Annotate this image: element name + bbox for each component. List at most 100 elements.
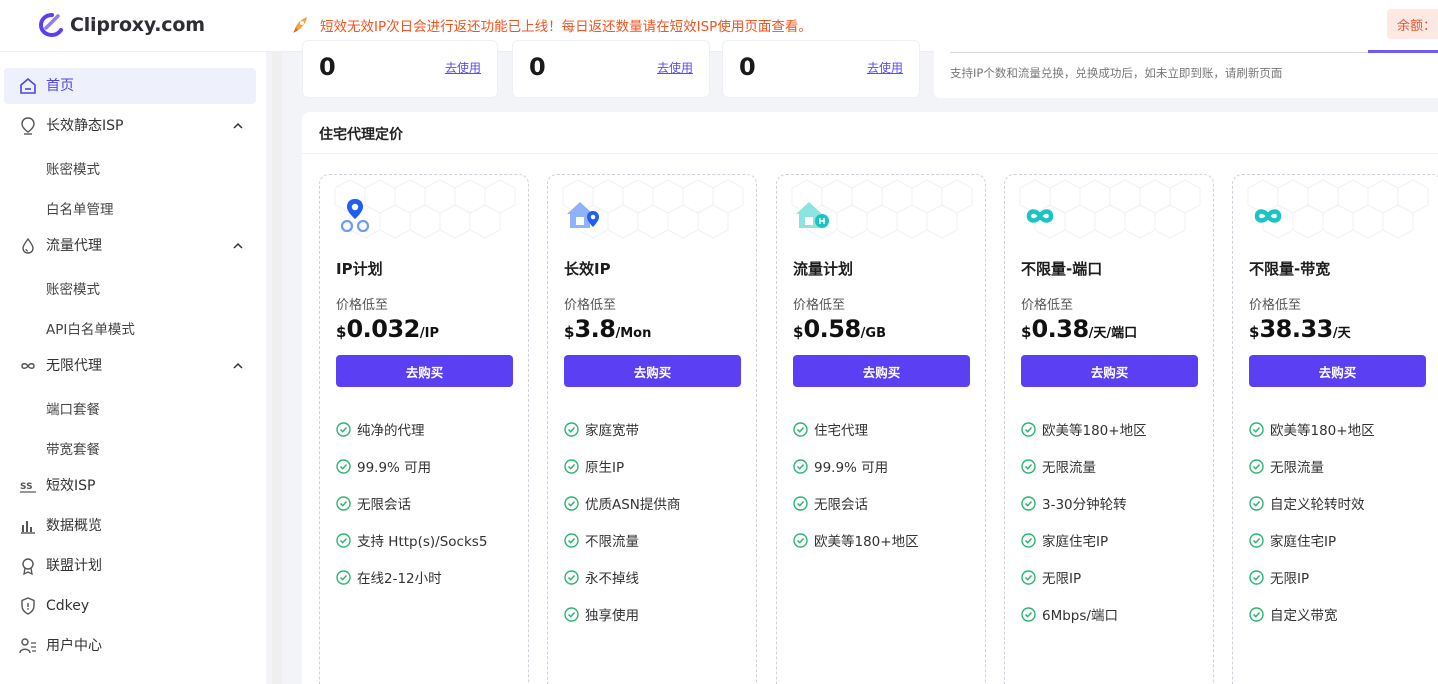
- location-pin-icon: [21, 117, 35, 135]
- feature-text: 住宅代理: [814, 423, 868, 439]
- logo-text: Cliproxy.com: [70, 14, 205, 36]
- sidebar-subitem-bandwidth-plan[interactable]: 带宽套餐: [46, 438, 100, 458]
- feature-item: 住宅代理: [793, 419, 868, 439]
- feature-item: 欧美等180+地区: [793, 530, 919, 550]
- check-circle-icon: [1249, 569, 1264, 585]
- logo-icon: [38, 13, 63, 38]
- feature-text: 支持 Http(s)/Socks5: [357, 534, 488, 550]
- balance-badge[interactable]: 余额：: [1387, 9, 1438, 39]
- sidebar-subitem-port-plan[interactable]: 端口套餐: [46, 398, 100, 418]
- sidebar-item-traffic-proxy[interactable]: 流量代理: [4, 228, 256, 264]
- sidebar-item-label: 联盟计划: [46, 558, 102, 574]
- chevron-up-icon[interactable]: [232, 240, 244, 252]
- plan-price: $0.58/GB: [793, 315, 886, 343]
- pricing-title: 住宅代理定价: [319, 127, 403, 143]
- check-circle-icon: [1249, 458, 1264, 474]
- plan-price: $0.38/天/端口: [1021, 315, 1137, 343]
- check-circle-icon: [793, 421, 808, 437]
- feature-text: 家庭宽带: [585, 423, 639, 439]
- check-circle-icon: [336, 421, 351, 437]
- use-link[interactable]: 去使用: [445, 59, 481, 76]
- price-value: 0.032: [346, 315, 420, 343]
- sidebar-item-short-isp[interactable]: SS 短效ISP: [4, 468, 256, 504]
- ss-icon: SS: [20, 482, 36, 493]
- check-circle-icon: [336, 569, 351, 585]
- feature-text: 在线2-12小时: [357, 571, 442, 587]
- feature-item: 无限IP: [1021, 567, 1081, 587]
- sidebar-item-cdkey[interactable]: Cdkey: [4, 588, 256, 624]
- price-from-label: 价格低至: [1021, 298, 1074, 313]
- check-circle-icon: [1249, 606, 1264, 622]
- buy-button[interactable]: 去购买: [793, 355, 970, 387]
- feature-item: 无限会话: [793, 493, 868, 513]
- plan-card-unlimited-port: 不限量-端口 价格低至 $0.38/天/端口 去购买 欧美等180+地区 无限流…: [1004, 174, 1214, 684]
- plan-price: $3.8/Mon: [564, 315, 651, 343]
- check-circle-icon: [1021, 495, 1036, 511]
- check-circle-icon: [1021, 532, 1036, 548]
- buy-button[interactable]: 去购买: [1249, 355, 1426, 387]
- price-value: 0.58: [803, 315, 861, 343]
- svg-text:SS: SS: [20, 482, 33, 492]
- plan-price: $38.33/天: [1249, 315, 1351, 343]
- feature-text: 自定义带宽: [1270, 608, 1338, 624]
- price-unit: /天/端口: [1088, 326, 1138, 341]
- feature-text: 无限流量: [1042, 460, 1096, 476]
- feature-text: 99.9% 可用: [357, 460, 432, 476]
- sidebar-item-unlimited-proxy[interactable]: 无限代理: [4, 348, 256, 384]
- sidebar-subitem-whitelist[interactable]: 白名单管理: [46, 198, 114, 218]
- feature-text: 原生IP: [585, 460, 625, 476]
- feature-text: 不限流量: [585, 534, 639, 550]
- buy-button[interactable]: 去购买: [1021, 355, 1198, 387]
- sidebar-scrollbar[interactable]: [272, 52, 282, 684]
- plan-card-traffic: 流量计划 价格低至 $0.58/GB 去购买 住宅代理 99.9% 可用 无限会…: [776, 174, 986, 684]
- droplet-icon: [22, 237, 34, 254]
- check-circle-icon: [336, 532, 351, 548]
- sidebar-item-data-overview[interactable]: 数据概览: [4, 508, 256, 544]
- check-circle-icon: [1021, 606, 1036, 622]
- check-circle-icon: [336, 458, 351, 474]
- feature-text: 永不掉线: [585, 571, 639, 587]
- chevron-up-icon[interactable]: [232, 360, 244, 372]
- sidebar-item-user-center[interactable]: 用户中心: [4, 628, 256, 664]
- badge-icon: [22, 558, 34, 575]
- price-from-label: 价格低至: [336, 298, 389, 313]
- sidebar-item-label: Cdkey: [46, 598, 90, 614]
- shield-icon: [21, 597, 35, 615]
- sidebar-subitem-traffic-account[interactable]: 账密模式: [46, 278, 100, 298]
- feature-text: 3-30分钟轮转: [1042, 497, 1127, 513]
- sidebar-item-label: 数据概览: [46, 518, 102, 534]
- feature-item: 原生IP: [564, 456, 624, 476]
- feature-text: 独享使用: [585, 608, 639, 624]
- plan-card-long-ip: 长效IP 价格低至 $3.8/Mon 去购买 家庭宽带 原生IP 优质ASN提供…: [547, 174, 757, 684]
- check-circle-icon: [1249, 532, 1264, 548]
- use-link[interactable]: 去使用: [657, 59, 693, 76]
- feature-item: 无限会话: [336, 493, 411, 513]
- feature-item: 纯净的代理: [336, 419, 425, 439]
- feature-item: 3-30分钟轮转: [1021, 493, 1127, 513]
- plan-card-unlimited-bandwidth: 不限量-带宽 价格低至 $38.33/天 去购买 欧美等180+地区 无限流量 …: [1232, 174, 1438, 684]
- feature-text: 99.9% 可用: [814, 460, 889, 476]
- check-circle-icon: [1021, 421, 1036, 437]
- check-circle-icon: [564, 532, 579, 548]
- exchange-card: 支持IP个数和流量兑换，兑换成功后，如未立即到账，请刷新页面: [934, 40, 1438, 98]
- sidebar-item-home[interactable]: 首页: [4, 68, 256, 104]
- feature-item: 99.9% 可用: [336, 456, 431, 476]
- logo[interactable]: Cliproxy.com: [38, 12, 205, 38]
- buy-button[interactable]: 去购买: [336, 355, 513, 387]
- sidebar-subitem-isp-account[interactable]: 账密模式: [46, 158, 100, 178]
- user-list-icon: [19, 638, 36, 654]
- summary-value: 0: [529, 53, 546, 81]
- sidebar-item-static-isp[interactable]: 长效静态ISP: [4, 108, 256, 144]
- sidebar-item-label: 流量代理: [46, 238, 102, 254]
- house-pin-icon: [567, 202, 599, 228]
- sidebar-subitem-api-whitelist[interactable]: API白名单模式: [46, 318, 135, 338]
- feature-item: 支持 Http(s)/Socks5: [336, 530, 487, 550]
- chevron-up-icon[interactable]: [232, 120, 244, 132]
- check-circle-icon: [564, 458, 579, 474]
- sidebar-item-label: 无限代理: [46, 358, 102, 374]
- use-link[interactable]: 去使用: [867, 59, 903, 76]
- buy-button[interactable]: 去购买: [564, 355, 741, 387]
- sidebar-item-affiliate[interactable]: 联盟计划: [4, 548, 256, 584]
- feature-item: 独享使用: [564, 604, 639, 624]
- pricing-panel: 住宅代理定价 IP计划 价格低至 $0.032/IP 去购买 纯净的代理 99.…: [302, 112, 1438, 684]
